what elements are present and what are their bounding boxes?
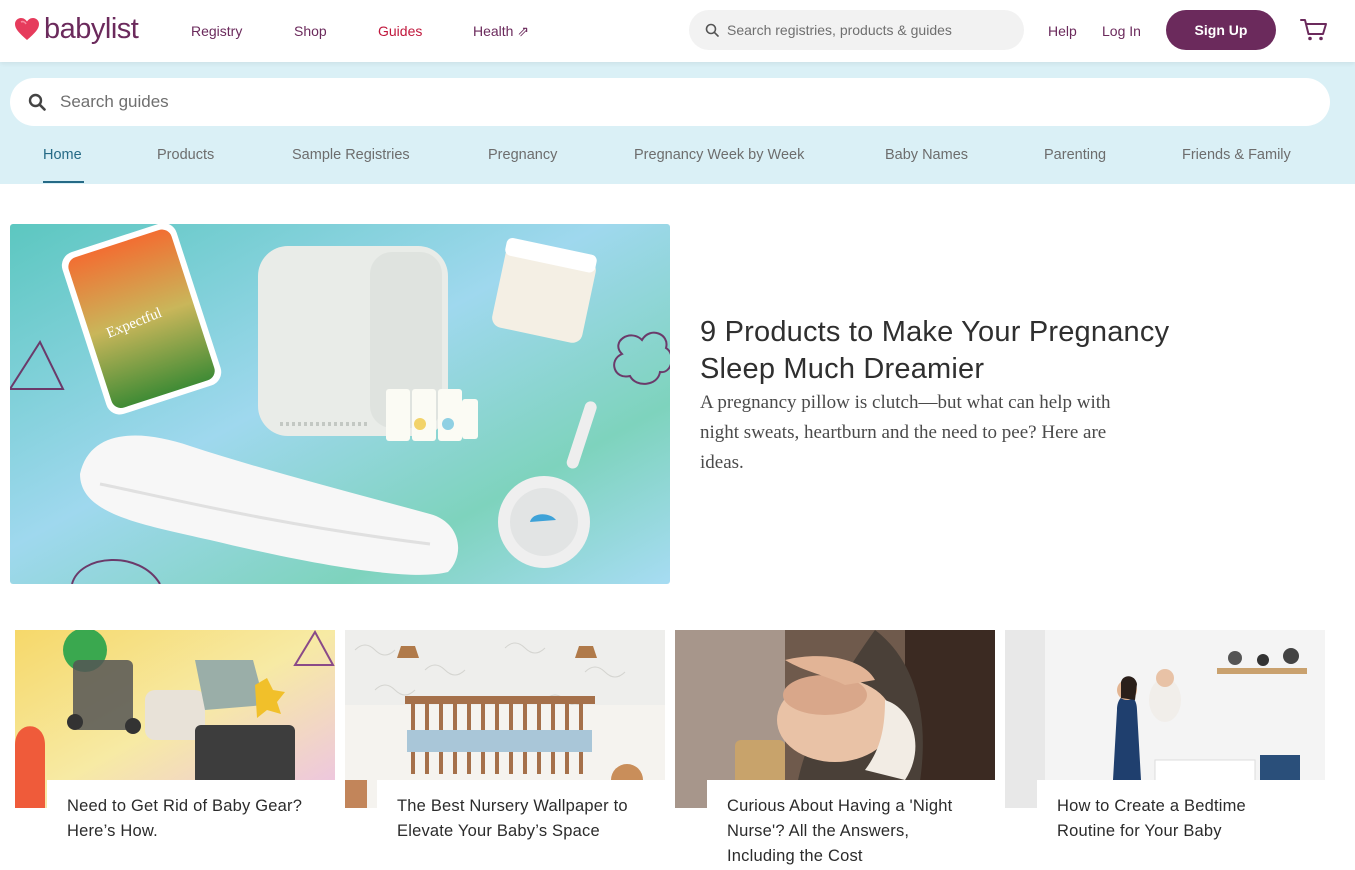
nav-health[interactable]: Health ⇗ [473,22,529,40]
sign-up-button[interactable]: Sign Up [1166,10,1276,50]
hero-title[interactable]: 9 Products to Make Your Pregnancy Sleep … [700,314,1220,388]
active-tab-indicator [43,181,84,183]
tab-pregnancy-week-by-week[interactable]: Pregnancy Week by Week [634,146,804,164]
tab-baby-names[interactable]: Baby Names [885,146,968,164]
card-caption: Need to Get Rid of Baby Gear? Here’s How… [47,780,335,870]
site-search-box[interactable] [689,10,1024,50]
nav-shop[interactable]: Shop [294,22,327,40]
logo-wordmark: babylist [44,13,139,45]
card-caption: The Best Nursery Wallpaper to Elevate Yo… [377,780,665,870]
heart-logo-icon [15,18,39,40]
card-caption: How to Create a Bedtime Routine for Your… [1037,780,1325,870]
hero-image[interactable]: Expectful [10,224,670,584]
search-icon [705,23,719,37]
tab-pregnancy[interactable]: Pregnancy [488,146,557,164]
tab-parenting[interactable]: Parenting [1044,146,1106,164]
tab-friends-family[interactable]: Friends & Family [1182,146,1291,164]
nav-registry[interactable]: Registry [191,22,242,40]
nav-guides[interactable]: Guides [378,22,422,40]
tab-products[interactable]: Products [157,146,214,164]
search-icon [28,93,46,111]
card-title[interactable]: Need to Get Rid of Baby Gear? Here’s How… [67,794,315,844]
babylist-logo[interactable]: babylist [14,13,139,45]
site-search-input[interactable] [727,22,1017,38]
tab-home[interactable]: Home [43,146,82,164]
guides-nav-band: Home Products Sample Registries Pregnanc… [0,62,1355,184]
login-link[interactable]: Log In [1102,23,1141,39]
card-title[interactable]: How to Create a Bedtime Routine for Your… [1057,794,1305,844]
site-header: babylist Registry Shop Guides Health ⇗ H… [0,0,1355,62]
card-title[interactable]: The Best Nursery Wallpaper to Elevate Yo… [397,794,645,844]
card-title[interactable]: Curious About Having a 'Night Nurse'? Al… [727,794,975,869]
help-link[interactable]: Help [1048,23,1077,39]
hero-illustration: Expectful [10,224,670,584]
tab-sample-registries[interactable]: Sample Registries [292,146,410,164]
guides-search-box[interactable] [10,78,1330,126]
hero-description: A pregnancy pillow is clutch—but what ca… [700,392,1111,473]
card-caption: Curious About Having a 'Night Nurse'? Al… [707,780,995,870]
cart-icon[interactable] [1300,18,1328,42]
guides-search-input[interactable] [60,92,1260,112]
